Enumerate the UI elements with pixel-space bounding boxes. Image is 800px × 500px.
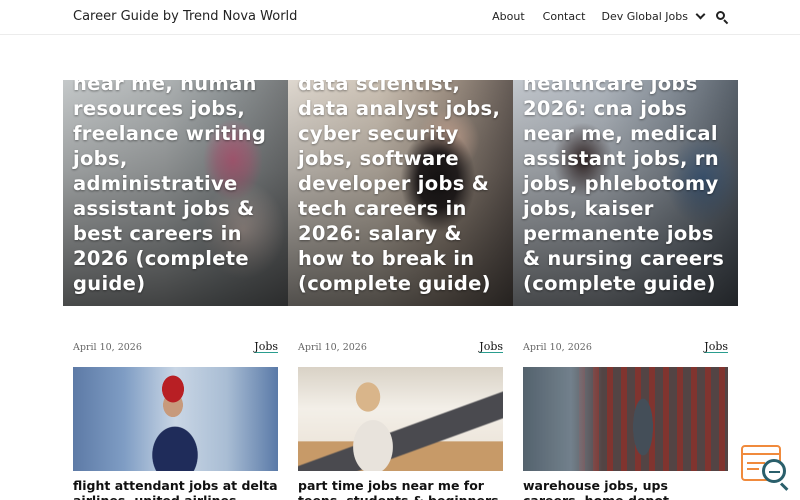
post-date: April 10, 2026: [523, 342, 592, 353]
post-meta: April 10, 2026 Jobs: [298, 340, 503, 360]
featured-title[interactable]: data scientist, data analyst jobs, cyber…: [298, 80, 507, 296]
featured-card[interactable]: healthcare jobs 2026: cna jobs near me, …: [513, 80, 738, 306]
featured-title[interactable]: near me, human resources jobs, freelance…: [73, 80, 282, 296]
nav-about[interactable]: About: [492, 10, 525, 23]
post-meta: April 10, 2026 Jobs: [73, 340, 278, 360]
nav-contact[interactable]: Contact: [543, 10, 586, 23]
search-document-icon[interactable]: [741, 445, 789, 489]
nav-dropdown-label: Dev Global Jobs: [601, 10, 688, 23]
featured-card[interactable]: data scientist, data analyst jobs, cyber…: [288, 80, 513, 306]
post-category[interactable]: Jobs: [704, 340, 728, 353]
featured-posts: near me, human resources jobs, freelance…: [63, 80, 738, 306]
nav-dropdown-dev-global-jobs[interactable]: Dev Global Jobs: [601, 9, 706, 23]
featured-title[interactable]: healthcare jobs 2026: cna jobs near me, …: [523, 80, 732, 296]
post-category[interactable]: Jobs: [254, 340, 278, 353]
post-date: April 10, 2026: [298, 342, 367, 353]
post-title[interactable]: part time jobs near me for teens, studen…: [298, 478, 503, 500]
site-title[interactable]: Career Guide by Trend Nova World: [73, 9, 297, 24]
featured-card[interactable]: near me, human resources jobs, freelance…: [63, 80, 288, 306]
post-date: April 10, 2026: [73, 342, 142, 353]
post-card: April 10, 2026 Jobs part time jobs near …: [298, 340, 503, 500]
search-icon[interactable]: [716, 11, 729, 25]
post-thumbnail[interactable]: [523, 367, 728, 471]
post-title[interactable]: warehouse jobs, ups careers, home depot: [523, 478, 728, 500]
post-card: April 10, 2026 Jobs warehouse jobs, ups …: [523, 340, 728, 500]
site-header: Career Guide by Trend Nova World About C…: [0, 0, 800, 35]
post-meta: April 10, 2026 Jobs: [523, 340, 728, 360]
post-card: April 10, 2026 Jobs flight attendant job…: [73, 340, 278, 500]
chevron-down-icon: [695, 9, 706, 20]
main-nav: About Contact Dev Global Jobs: [474, 9, 706, 23]
post-title[interactable]: flight attendant jobs at delta airlines,…: [73, 478, 278, 500]
post-thumbnail[interactable]: [298, 367, 503, 471]
post-thumbnail[interactable]: [73, 367, 278, 471]
post-category[interactable]: Jobs: [479, 340, 503, 353]
